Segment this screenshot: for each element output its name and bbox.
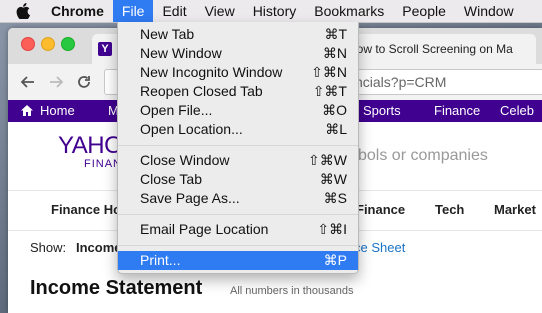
menu-item-new-incognito-window[interactable]: New Incognito Window ⇧⌘N — [118, 63, 358, 82]
back-icon[interactable] — [20, 74, 36, 90]
subnav-tech[interactable]: Tech — [435, 202, 464, 217]
minimize-window-icon[interactable] — [41, 37, 55, 51]
search-input[interactable]: bols or companies — [358, 147, 488, 165]
menu-item-email-page-location[interactable]: Email Page Location ⇧⌘I — [118, 220, 358, 239]
tab-scroll-screening[interactable]: How to Scroll Screening on Ma — [348, 34, 536, 64]
subnav-market[interactable]: Market — [494, 202, 536, 217]
units-note: All numbers in thousands — [230, 285, 354, 297]
menu-item-new-window[interactable]: New Window ⌘N — [118, 44, 358, 63]
menubar-chrome[interactable]: Chrome — [42, 0, 113, 22]
address-bar-url: ncials?p=CRM — [355, 74, 447, 90]
yahoo-favicon-icon: Y — [98, 42, 112, 56]
menu-item-reopen-closed-tab[interactable]: Reopen Closed Tab ⇧⌘T — [118, 82, 358, 101]
nav-finance[interactable]: Finance — [434, 100, 480, 122]
menu-item-save-page-as[interactable]: Save Page As... ⌘S — [118, 189, 358, 208]
nav-sports[interactable]: Sports — [363, 100, 401, 122]
menu-item-new-tab[interactable]: New Tab ⌘T — [118, 25, 358, 44]
menubar-history[interactable]: History — [244, 0, 306, 22]
balance-sheet-link[interactable]: ce Sheet — [354, 240, 405, 255]
file-menu-dropdown: New Tab ⌘T New Window ⌘N New Incognito Win… — [117, 22, 359, 274]
nav-celeb[interactable]: Celeb — [500, 100, 534, 122]
menu-item-open-location[interactable]: Open Location... ⌘L — [118, 120, 358, 139]
tab-title: How to Scroll Screening on Ma — [348, 42, 513, 56]
apple-menu-icon[interactable] — [0, 3, 42, 19]
menu-item-close-tab[interactable]: Close Tab ⌘W — [118, 170, 358, 189]
menubar-view[interactable]: View — [196, 0, 244, 22]
subnav-finance-home[interactable]: Finance Ho — [51, 202, 121, 217]
close-window-icon[interactable] — [21, 37, 35, 51]
yahoo-logo-top[interactable]: YAHO — [58, 132, 123, 160]
home-icon — [21, 105, 33, 116]
menubar-window[interactable]: Window — [455, 0, 523, 22]
menu-separator — [118, 214, 358, 215]
subnav-finance[interactable]: Finance — [356, 202, 405, 217]
menu-item-open-file[interactable]: Open File... ⌘O — [118, 101, 358, 120]
show-label: Show: — [30, 240, 67, 255]
show-income-tab[interactable]: Income — [76, 240, 122, 255]
page-title: Income Statement — [30, 277, 203, 299]
menubar-file[interactable]: File — [112, 0, 154, 22]
forward-icon[interactable] — [48, 74, 64, 90]
menu-separator — [118, 245, 358, 246]
menu-item-close-window[interactable]: Close Window ⇧⌘W — [118, 151, 358, 170]
menu-separator — [118, 145, 358, 146]
nav-home[interactable]: Home — [40, 100, 75, 122]
menu-bar: Chrome File Edit View History Bookmarks … — [0, 0, 542, 23]
menubar-people[interactable]: People — [393, 0, 455, 22]
reload-icon[interactable] — [76, 74, 92, 90]
menu-item-print[interactable]: Print... ⌘P — [118, 251, 358, 270]
menubar-bookmarks[interactable]: Bookmarks — [305, 0, 393, 22]
zoom-window-icon[interactable] — [61, 37, 75, 51]
menubar-edit[interactable]: Edit — [153, 0, 195, 22]
